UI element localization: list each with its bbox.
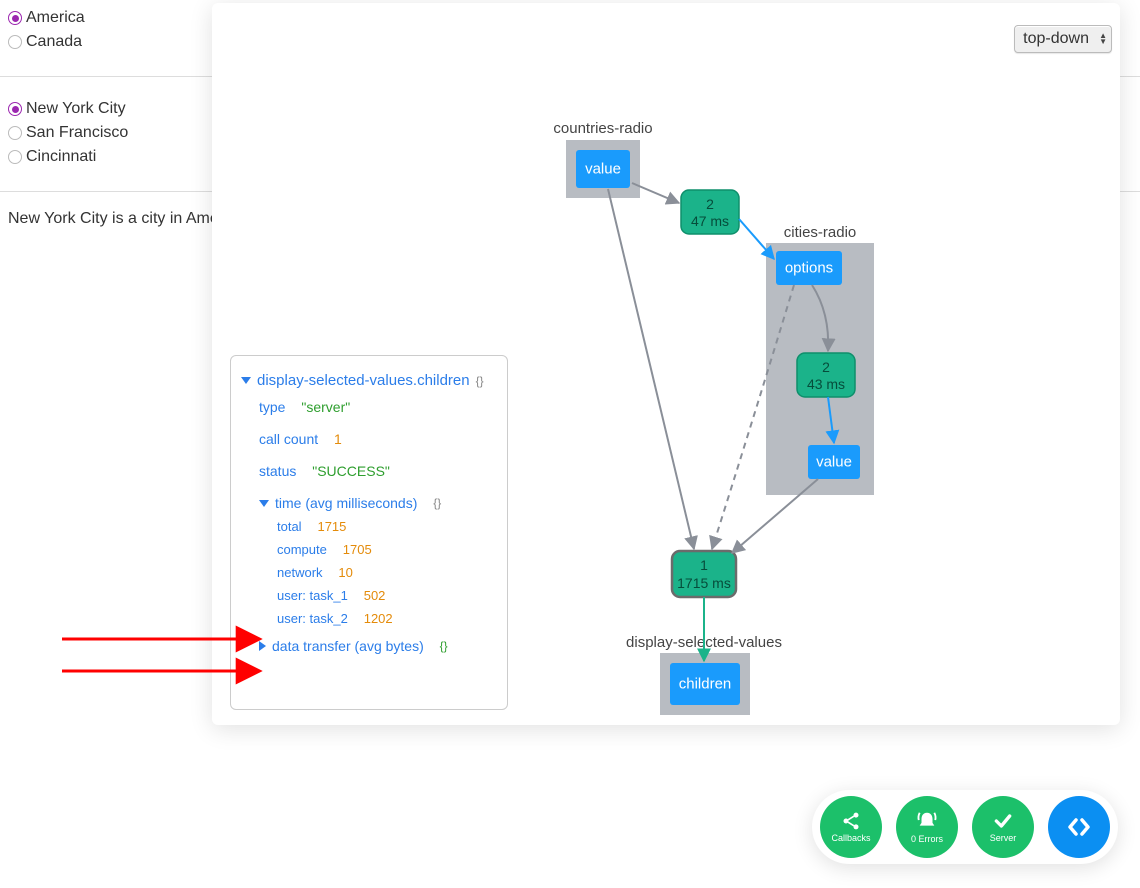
value: "server" — [301, 399, 350, 415]
server-button[interactable]: Server — [972, 796, 1034, 858]
key: status — [259, 463, 296, 479]
radio-icon — [8, 35, 22, 49]
caret-right-icon — [259, 641, 266, 651]
toggle-code-button[interactable] — [1048, 796, 1110, 858]
type-row: type "server" — [241, 399, 497, 415]
radio-label: America — [26, 6, 85, 30]
value: "SUCCESS" — [312, 463, 390, 479]
data-transfer-row[interactable]: data transfer (avg bytes) {} — [241, 638, 497, 654]
code-icon — [1062, 815, 1096, 839]
graph-cb3-count: 1 — [700, 557, 708, 573]
callback-detail-card: display-selected-values.children {} type… — [230, 355, 508, 710]
graph-prop-label: value — [816, 454, 852, 471]
value: 1 — [334, 431, 342, 447]
caret-down-icon — [241, 377, 251, 384]
data-transfer-header: data transfer (avg bytes) — [272, 638, 424, 654]
time-header: time (avg milliseconds) — [275, 495, 417, 511]
key: type — [259, 399, 285, 415]
errors-label: 0 Errors — [911, 834, 943, 844]
edge — [608, 189, 694, 549]
edge — [739, 219, 774, 259]
graph-cb1-count: 2 — [706, 196, 714, 212]
graph-cb2-count: 2 — [822, 359, 830, 375]
card-title-row[interactable]: display-selected-values.children {} — [241, 372, 497, 389]
time-task2: user: task_2 1202 — [241, 610, 497, 626]
check-icon — [990, 811, 1016, 831]
key: call count — [259, 431, 318, 447]
time-network: network 10 — [241, 564, 497, 580]
status-row: status "SUCCESS" — [241, 463, 497, 479]
share-icon — [838, 811, 864, 831]
devtools-toolbar: Callbacks 0 Errors Server — [812, 790, 1118, 864]
callbacks-button[interactable]: Callbacks — [820, 796, 882, 858]
graph-cb3-time: 1715 ms — [677, 575, 731, 591]
time-compute: compute 1705 — [241, 541, 497, 557]
graph-node-label: countries-radio — [553, 120, 652, 137]
radio-icon — [8, 102, 22, 116]
radio-label: Cincinnati — [26, 145, 96, 169]
caret-down-icon — [259, 500, 269, 507]
object-brackets-icon: {} — [476, 374, 484, 388]
radio-label: New York City — [26, 97, 126, 121]
object-brackets-icon: {} — [433, 496, 441, 510]
radio-icon — [8, 126, 22, 140]
callcount-row: call count 1 — [241, 431, 497, 447]
callback-graph-panel: top-down ▲▼ countries-radio value 2 47 m… — [212, 3, 1120, 725]
card-title: display-selected-values.children — [257, 372, 470, 389]
radio-label: San Francisco — [26, 121, 128, 145]
object-brackets-icon: {} — [440, 639, 448, 653]
server-label: Server — [990, 833, 1017, 843]
radio-icon — [8, 11, 22, 25]
time-header-row[interactable]: time (avg milliseconds) {} — [241, 495, 497, 511]
graph-cb2-time: 43 ms — [807, 376, 845, 392]
time-task1: user: task_1 502 — [241, 587, 497, 603]
callbacks-label: Callbacks — [831, 833, 870, 843]
bell-icon — [915, 810, 939, 832]
graph-node-label: cities-radio — [784, 224, 857, 241]
radio-icon — [8, 150, 22, 164]
graph-cb1-time: 47 ms — [691, 213, 729, 229]
graph-prop-label: options — [785, 260, 833, 277]
graph-prop-label: value — [585, 161, 621, 178]
time-total: total 1715 — [241, 518, 497, 534]
radio-label: Canada — [26, 30, 82, 54]
graph-prop-label: children — [679, 676, 732, 693]
errors-button[interactable]: 0 Errors — [896, 796, 958, 858]
